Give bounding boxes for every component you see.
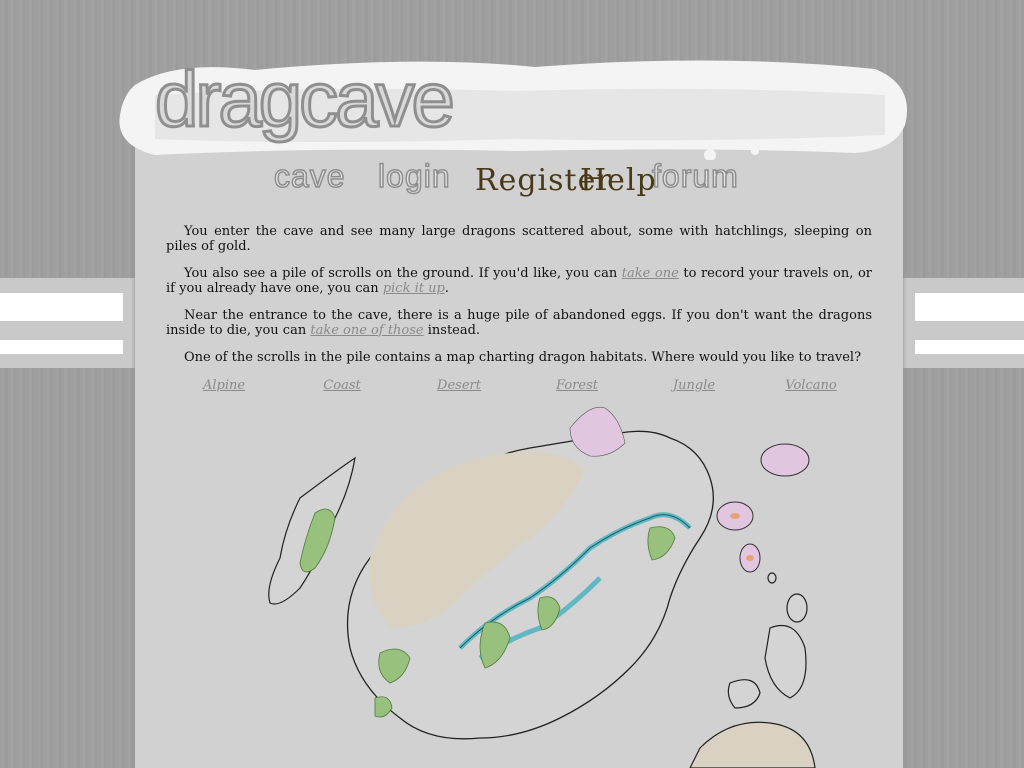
habitat-forest-link[interactable]: Forest (556, 378, 598, 393)
nav-cave[interactable]: cave (273, 159, 346, 193)
habitat-map[interactable] (230, 398, 830, 768)
alpine-region (569, 406, 626, 457)
right-band (903, 278, 1024, 368)
main-nav: cave login Register Help forum (270, 159, 770, 208)
volcano-islands (716, 443, 810, 573)
western-islands (268, 456, 356, 605)
habitat-links: Alpine Coast Desert Forest Jungle Volcan… (166, 378, 872, 396)
pick-up-scroll-link[interactable]: pick it up (383, 281, 445, 296)
p2-text-end: . (444, 281, 449, 296)
right-stripe-top (915, 293, 1024, 321)
habitat-alpine-link[interactable]: Alpine (203, 378, 245, 393)
left-stripe-top (0, 293, 123, 321)
habitat-coast-link[interactable]: Coast (323, 378, 360, 393)
intro-paragraph-1: You enter the cave and see many large dr… (166, 224, 872, 254)
p3-text-start: Near the entrance to the cave, there is … (166, 308, 872, 338)
take-scroll-link[interactable]: take one (622, 266, 679, 281)
right-stripe-bottom (915, 340, 1024, 354)
intro-paragraph-4: One of the scrolls in the pile contains … (184, 350, 862, 365)
habitat-desert-link[interactable]: Desert (437, 378, 481, 393)
p2-text-start: You also see a pile of scrolls on the gr… (184, 266, 622, 281)
site-logo[interactable]: dragcave (154, 59, 457, 140)
left-stripe-bottom (0, 340, 123, 354)
habitat-volcano-link[interactable]: Volcano (785, 378, 836, 393)
left-band (0, 278, 135, 368)
nav-help[interactable]: Help (580, 166, 657, 196)
habitat-jungle-link[interactable]: Jungle (673, 378, 715, 393)
nav-forum[interactable]: forum (651, 159, 739, 193)
intro-paragraph-3: Near the entrance to the cave, there is … (166, 308, 872, 338)
cave-intro: You enter the cave and see many large dr… (166, 224, 872, 377)
nav-login[interactable]: login (377, 159, 451, 193)
southeast-land (689, 721, 816, 768)
eastern-islets (727, 572, 808, 709)
abandoned-eggs-link[interactable]: take one of those (310, 323, 423, 338)
p3-text-end: instead. (423, 323, 481, 338)
intro-paragraph-2: You also see a pile of scrolls on the gr… (166, 266, 872, 296)
